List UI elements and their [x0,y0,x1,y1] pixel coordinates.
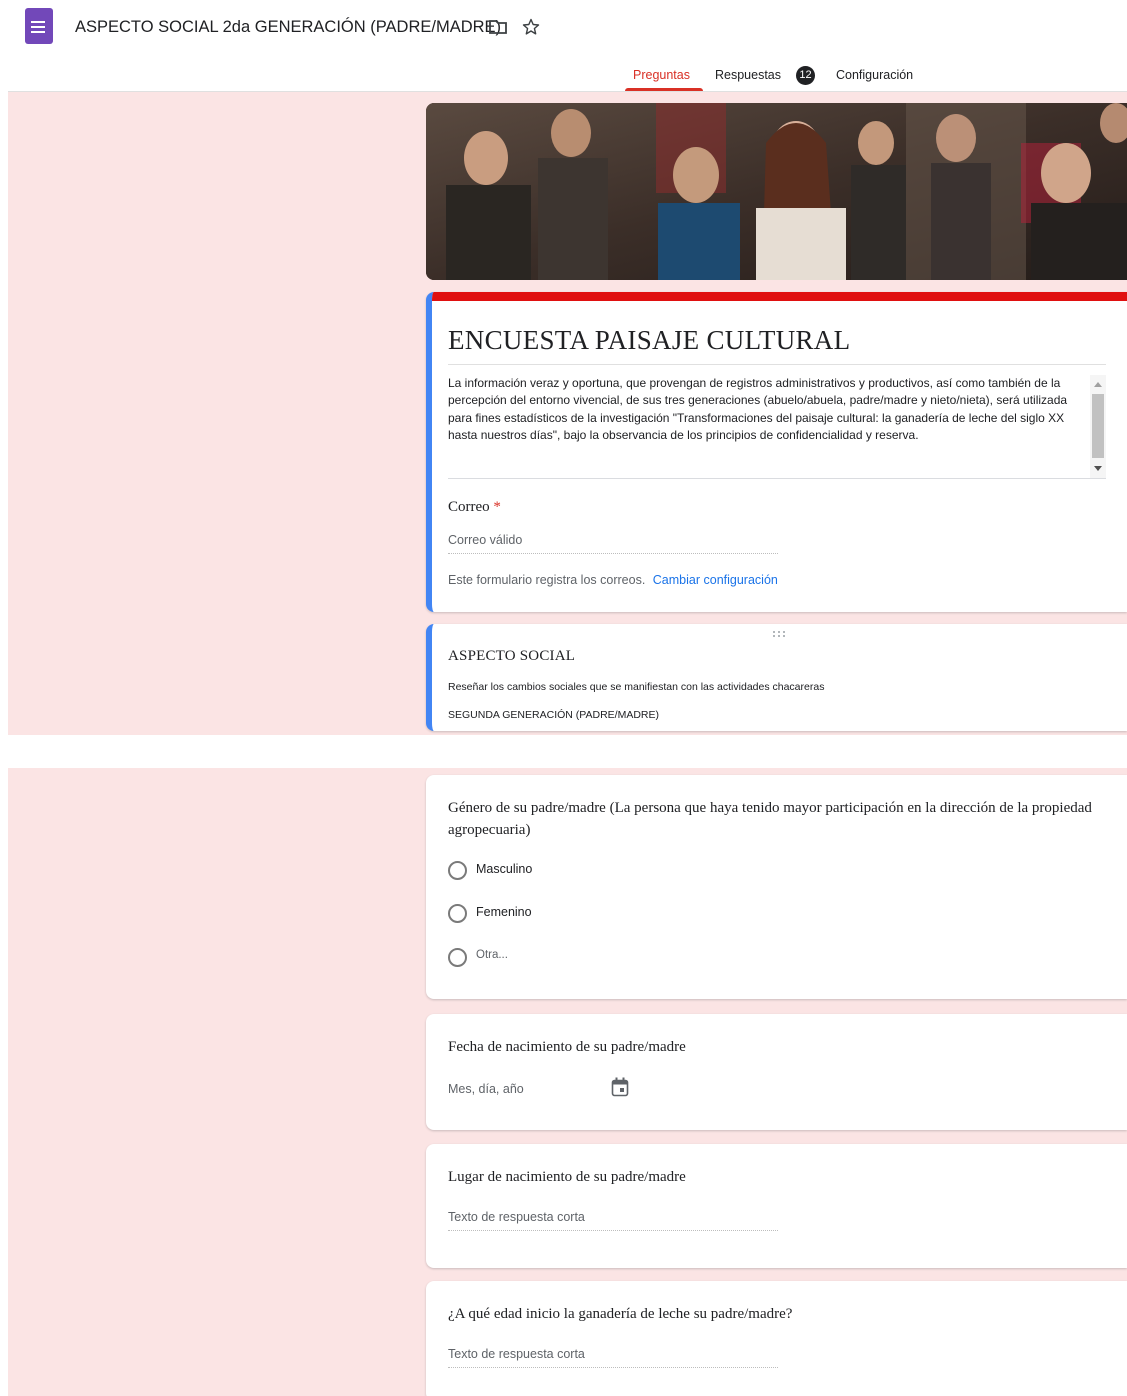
folder-icon[interactable] [488,19,508,35]
drag-handle-icon[interactable] [772,630,786,638]
form-tabs: Preguntas Respuestas 12 Configuración [0,56,1127,93]
question-card-fecha[interactable]: Fecha de nacimiento de su padre/madre Me… [426,1014,1127,1130]
section-header-card[interactable]: ASPECTO SOCIAL Reseñar los cambios socia… [426,624,1127,731]
question-card-lugar[interactable]: Lugar de nacimiento de su padre/madre Te… [426,1144,1127,1268]
scroll-up-arrow-icon[interactable] [1094,382,1102,387]
question-card-edad[interactable]: ¿A qué edad inicio la ganadería de leche… [426,1281,1127,1396]
top-bar: ASPECTO SOCIAL 2da GENERACIÓN (PADRE/MAD… [0,0,1127,56]
calendar-icon[interactable] [611,1077,629,1097]
radio-button[interactable] [448,904,467,923]
form-title-card[interactable]: ENCUESTA PAISAJE CULTURAL La información… [426,292,1127,612]
star-icon[interactable] [521,17,541,37]
email-note-text: Este formulario registra los correos. [448,573,646,587]
radio-button[interactable] [448,861,467,880]
document-title[interactable]: ASPECTO SOCIAL 2da GENERACIÓN (PADRE/MAD… [75,18,501,37]
title-underline [448,364,1106,365]
question-title: Lugar de nacimiento de su padre/madre [448,1169,686,1185]
banner-photo [426,103,1127,280]
theme-color-bar [432,292,1127,301]
section-title[interactable]: ASPECTO SOCIAL [448,648,575,665]
form-description[interactable]: La información veraz y oportuna, que pro… [448,375,1088,445]
email-label-text: Correo [448,499,490,515]
email-collection-note: Este formulario registra los correos. Ca… [448,573,778,587]
scroll-down-arrow-icon[interactable] [1094,466,1102,471]
radio-label: Femenino [476,905,532,919]
email-field[interactable]: Correo válido [448,533,778,554]
tab-respuestas[interactable]: Respuestas [715,68,781,82]
required-asterisk: * [493,499,501,515]
tab-preguntas[interactable]: Preguntas [633,68,690,82]
tab-configuracion[interactable]: Configuración [836,68,913,82]
form-title[interactable]: ENCUESTA PAISAJE CULTURAL [448,325,850,356]
question-title: Fecha de nacimiento de su padre/madre [448,1039,686,1055]
question-card-genero[interactable]: Género de su padre/madre (La persona que… [426,775,1127,999]
description-underline [448,478,1106,479]
radio-button[interactable] [448,948,467,967]
radio-label: Otra... [476,949,508,961]
section-subtitle[interactable]: SEGUNDA GENERACIÓN (PADRE/MADRE) [448,709,659,721]
description-scrollbar[interactable] [1090,375,1106,478]
email-label: Correo * [448,499,501,516]
responses-count-badge: 12 [796,66,815,85]
short-answer-field[interactable]: Texto de respuesta corta [448,1210,778,1231]
date-input[interactable]: Mes, día, año [448,1082,524,1096]
radio-label: Masculino [476,862,533,876]
short-answer-field[interactable]: Texto de respuesta corta [448,1347,778,1368]
header-banner-image [426,103,1127,280]
section-description[interactable]: Reseñar los cambios sociales que se mani… [448,681,824,693]
scrollbar-thumb[interactable] [1092,394,1104,458]
forms-app-icon[interactable] [25,8,53,44]
change-settings-link[interactable]: Cambiar configuración [653,573,778,587]
question-title: Género de su padre/madre (La persona que… [448,800,1092,838]
question-title: ¿A qué edad inicio la ganadería de leche… [448,1306,793,1322]
